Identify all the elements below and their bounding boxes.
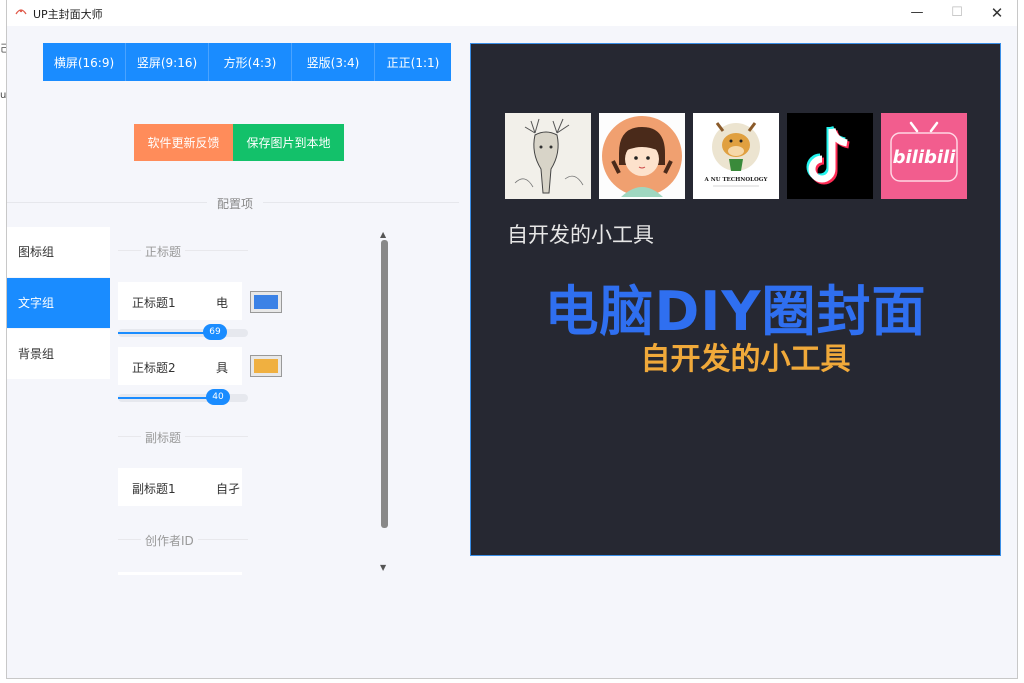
- cow-caption: A NU TECHNOLOGY: [704, 177, 768, 183]
- bilibili-icon[interactable]: bilibili: [881, 113, 967, 199]
- subtitle-1-value: 自孑: [216, 482, 241, 496]
- creator-id-group-label: 创作者ID: [141, 532, 198, 549]
- main-title-1-color-picker[interactable]: [250, 291, 282, 313]
- slider-fill: [118, 332, 206, 334]
- slider-handle[interactable]: 40: [206, 389, 230, 405]
- preview-small-subtitle: 自开发的小工具: [507, 223, 654, 247]
- tab-icon-group[interactable]: 图标组: [7, 227, 110, 277]
- ratio-1-1-button[interactable]: 正正(1:1): [375, 43, 451, 81]
- color-swatch-blue: [254, 295, 278, 309]
- main-title-2-size-slider[interactable]: 40: [118, 389, 248, 405]
- subtitle-1-field[interactable]: 副标题1 自孑: [118, 468, 242, 506]
- close-button[interactable]: ✕: [977, 0, 1017, 26]
- creator-id-field-edge: [118, 572, 242, 575]
- window-title: UP主封面大师: [33, 8, 103, 21]
- app-logo-icon: [15, 9, 27, 15]
- config-section-label: 配置项: [207, 195, 264, 212]
- main-title-1-label: 正标题1: [132, 296, 176, 310]
- config-scrollbar[interactable]: ▲ ▼: [378, 228, 392, 574]
- ratio-4-3-button[interactable]: 方形(4:3): [209, 43, 292, 81]
- maximize-button[interactable]: ☐: [937, 0, 977, 26]
- scroll-up-icon[interactable]: ▲: [380, 230, 386, 239]
- preview-tagline: 自开发的小工具: [640, 342, 851, 377]
- tiktok-icon[interactable]: [787, 113, 873, 199]
- main-title-1-size-slider[interactable]: 69: [118, 324, 248, 340]
- feedback-button[interactable]: 软件更新反馈: [134, 124, 233, 161]
- color-swatch-orange: [254, 359, 278, 373]
- deer-sketch-icon[interactable]: [505, 113, 591, 199]
- main-title-1-field[interactable]: 正标题1 电: [118, 282, 242, 320]
- ratio-9-16-button[interactable]: 竖屏(9:16): [126, 43, 209, 81]
- main-title-2-label: 正标题2: [132, 361, 176, 375]
- aspect-ratio-selector: 横屏(16:9) 竖屏(9:16) 方形(4:3) 竖版(3:4) 正正(1:1…: [43, 43, 451, 81]
- main-title-1-value: 电: [216, 296, 229, 310]
- save-image-button[interactable]: 保存图片到本地: [233, 124, 344, 161]
- tab-background-group[interactable]: 背景组: [7, 329, 110, 379]
- scrollbar-thumb[interactable]: [381, 240, 388, 528]
- tab-text-group[interactable]: 文字组: [7, 278, 110, 328]
- main-title-group-label: 正标题: [141, 243, 186, 260]
- scroll-down-icon[interactable]: ▼: [380, 563, 386, 572]
- ratio-16-9-button[interactable]: 横屏(16:9): [43, 43, 126, 81]
- girl-avatar-icon[interactable]: [599, 113, 685, 199]
- slider-handle[interactable]: 69: [203, 324, 227, 340]
- bilibili-wordmark: bilibili: [893, 147, 957, 168]
- ratio-3-4-button[interactable]: 竖版(3:4): [292, 43, 375, 81]
- app-window: UP主封面大师 — ☐ ✕ 横屏(16:9) 竖屏(9:16) 方形(4:3) …: [6, 0, 1018, 679]
- main-title-2-field[interactable]: 正标题2 具: [118, 347, 242, 385]
- slider-fill: [118, 397, 209, 399]
- subtitle-group-label: 副标题: [141, 429, 186, 446]
- cover-preview-canvas: A NU TECHNOLOGY bilibili 自开发的小工具 电脑DIY圈封…: [470, 43, 1001, 556]
- title-bar: UP主封面大师 — ☐ ✕: [7, 0, 1017, 26]
- main-title-2-value: 具: [216, 361, 229, 375]
- subtitle-1-label: 副标题1: [132, 482, 176, 496]
- minimize-button[interactable]: —: [897, 0, 937, 26]
- main-title-2-color-picker[interactable]: [250, 355, 282, 377]
- cow-mascot-icon[interactable]: A NU TECHNOLOGY: [693, 113, 779, 199]
